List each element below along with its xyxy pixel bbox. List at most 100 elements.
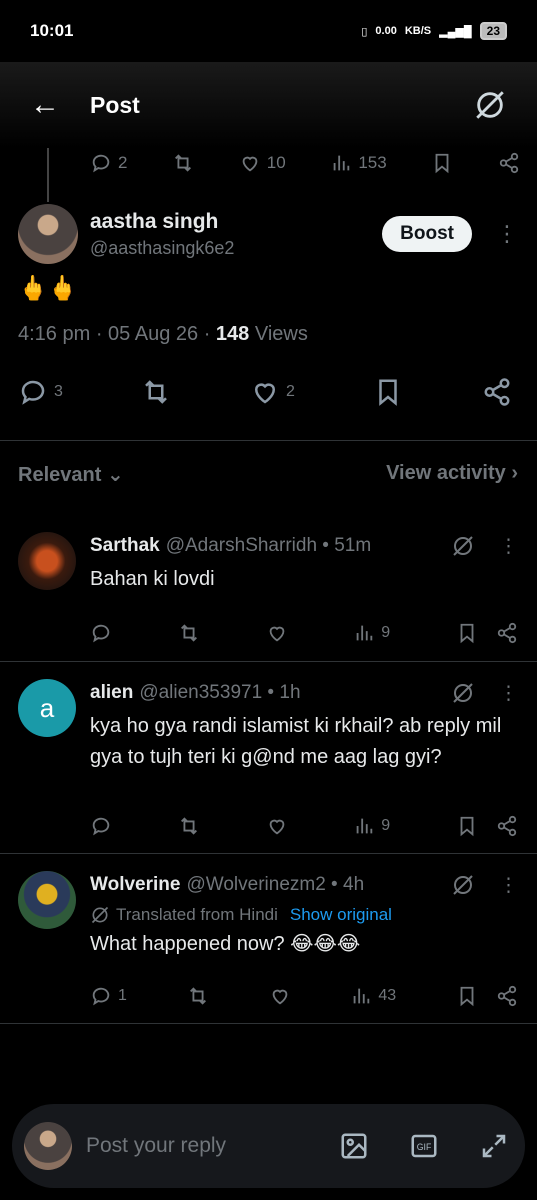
heart-icon[interactable] — [266, 622, 288, 644]
repost-icon[interactable] — [178, 815, 200, 837]
reply-button[interactable]: 2 — [90, 152, 127, 174]
reply-time: 1h — [279, 682, 301, 703]
views-count: 148 — [215, 323, 250, 345]
avatar[interactable]: a — [18, 679, 76, 737]
bookmark-icon[interactable] — [456, 815, 478, 837]
bookmark-icon[interactable] — [456, 622, 478, 644]
reply-text: kya ho gya randi islamist ki rkhail? ab … — [90, 715, 502, 768]
view-activity-link[interactable]: View activity › — [386, 462, 518, 487]
thread-connector — [47, 148, 49, 202]
back-arrow-icon[interactable]: ← — [30, 88, 60, 122]
reply-item[interactable]: Sarthak @AdarshSharridh • 51m ⋮ Bahan ki… — [18, 532, 518, 652]
views-button[interactable]: 9 — [353, 815, 390, 837]
post-meta: 4:16 pm · 05 Aug 26 · 148 Views — [18, 323, 308, 345]
share-icon[interactable] — [496, 985, 518, 1007]
author-handle[interactable]: @aasthasingk6e2 — [90, 238, 382, 259]
post-content: 🖕🖕 — [18, 275, 78, 302]
chevron-down-icon: ⌄ — [106, 464, 124, 486]
status-time: 10:01 — [30, 21, 74, 40]
reply-author-name[interactable]: alien — [90, 682, 133, 704]
repost-icon — [175, 154, 192, 172]
more-options-icon[interactable]: ⋮ — [499, 535, 518, 558]
reply-composer: Post your reply GIF — [12, 1104, 525, 1188]
top-bar: ← Post — [0, 62, 537, 148]
heart-icon[interactable] — [266, 815, 288, 837]
reply-text: Bahan ki lovdi — [90, 568, 215, 590]
like-button[interactable]: 2 — [250, 377, 295, 407]
views-button[interactable]: 43 — [350, 985, 396, 1007]
more-options-icon[interactable]: ⋮ — [499, 682, 518, 705]
reply-item[interactable]: Wolverine @Wolverinezm2 • 4h ⋮ Translate… — [18, 871, 518, 1011]
share-button[interactable] — [482, 377, 512, 407]
reply-time: 4h — [343, 874, 365, 895]
divider — [0, 661, 537, 662]
sort-dropdown[interactable]: Relevant ⌄ — [18, 462, 124, 487]
heart-icon — [242, 156, 258, 172]
image-icon[interactable] — [339, 1131, 369, 1161]
views-icon — [356, 625, 373, 641]
share-icon[interactable] — [496, 815, 518, 837]
reply-text: What happened now? 😂😂😂 — [90, 933, 361, 955]
repost-button[interactable] — [172, 152, 194, 174]
avatar[interactable] — [18, 204, 78, 264]
reply-icon — [21, 380, 45, 405]
main-post: aastha singh @aasthasingk6e2 Boost ⋮ 🖕🖕 … — [18, 204, 518, 412]
status-bar: 10:01 ▯ 0.00 KB/S ▂▄▆█ 23 — [0, 0, 537, 62]
show-original-link[interactable]: Show original — [290, 905, 392, 925]
reply-author-name[interactable]: Wolverine — [90, 874, 180, 896]
reply-input[interactable]: Post your reply — [86, 1134, 339, 1158]
reply-author-name[interactable]: Sarthak — [90, 535, 160, 557]
reply-icon[interactable] — [90, 815, 112, 837]
reply-author-handle[interactable]: @alien353971 — [139, 682, 262, 703]
reply-author-handle[interactable]: @AdarshSharridh — [166, 535, 317, 556]
repost-button[interactable] — [141, 377, 171, 407]
author-name[interactable]: aastha singh — [90, 210, 382, 234]
more-options-icon[interactable]: ⋮ — [499, 874, 518, 897]
grok-icon[interactable] — [473, 88, 507, 122]
repost-icon[interactable] — [178, 622, 200, 644]
boost-button[interactable]: Boost — [382, 216, 472, 252]
expand-icon[interactable] — [479, 1131, 509, 1161]
sort-row: Relevant ⌄ View activity › — [18, 462, 518, 487]
reply-icon[interactable] — [90, 622, 112, 644]
main-post-actions: 3 2 — [18, 372, 518, 412]
heart-icon[interactable] — [269, 985, 291, 1007]
translate-icon — [91, 906, 109, 924]
heart-icon — [254, 383, 276, 404]
grok-icon[interactable] — [451, 534, 475, 558]
divider — [0, 1023, 537, 1024]
repost-icon[interactable] — [187, 985, 209, 1007]
translation-note: Translated from Hindi Show original — [90, 905, 518, 925]
views-button[interactable]: 153 — [330, 152, 387, 174]
svg-text:GIF: GIF — [417, 1142, 432, 1152]
bookmark-icon — [435, 153, 449, 174]
share-icon — [484, 378, 510, 406]
prev-post-actions: 2 10 153 — [90, 146, 520, 180]
avatar[interactable] — [18, 532, 76, 590]
bookmark-button[interactable] — [373, 377, 403, 407]
battery-icon: 23 — [479, 22, 507, 40]
bookmark-icon[interactable] — [456, 985, 478, 1007]
views-icon — [356, 818, 373, 834]
reply-button[interactable]: 3 — [18, 377, 63, 407]
views-icon — [354, 988, 370, 1004]
grok-icon[interactable] — [451, 681, 475, 705]
reply-icon — [92, 987, 110, 1006]
avatar — [24, 1122, 72, 1170]
reply-author-handle[interactable]: @Wolverinezm2 — [186, 874, 325, 895]
grok-icon[interactable] — [451, 873, 475, 897]
reply-actions: 9 — [90, 813, 518, 839]
avatar[interactable] — [18, 871, 76, 929]
bookmark-button[interactable] — [431, 152, 453, 174]
like-button[interactable]: 10 — [239, 152, 286, 174]
share-button[interactable] — [498, 152, 520, 174]
divider — [0, 853, 537, 854]
reply-button[interactable]: 1 — [90, 985, 127, 1007]
reply-item[interactable]: a alien @alien353971 • 1h ⋮ kya ho gya r… — [18, 679, 518, 839]
share-icon[interactable] — [496, 622, 518, 644]
more-options-icon[interactable]: ⋮ — [496, 221, 518, 247]
gif-icon[interactable]: GIF — [409, 1131, 439, 1161]
net-speed: 0.00 — [375, 25, 397, 37]
reply-icon — [92, 154, 110, 173]
views-button[interactable]: 9 — [353, 622, 390, 644]
